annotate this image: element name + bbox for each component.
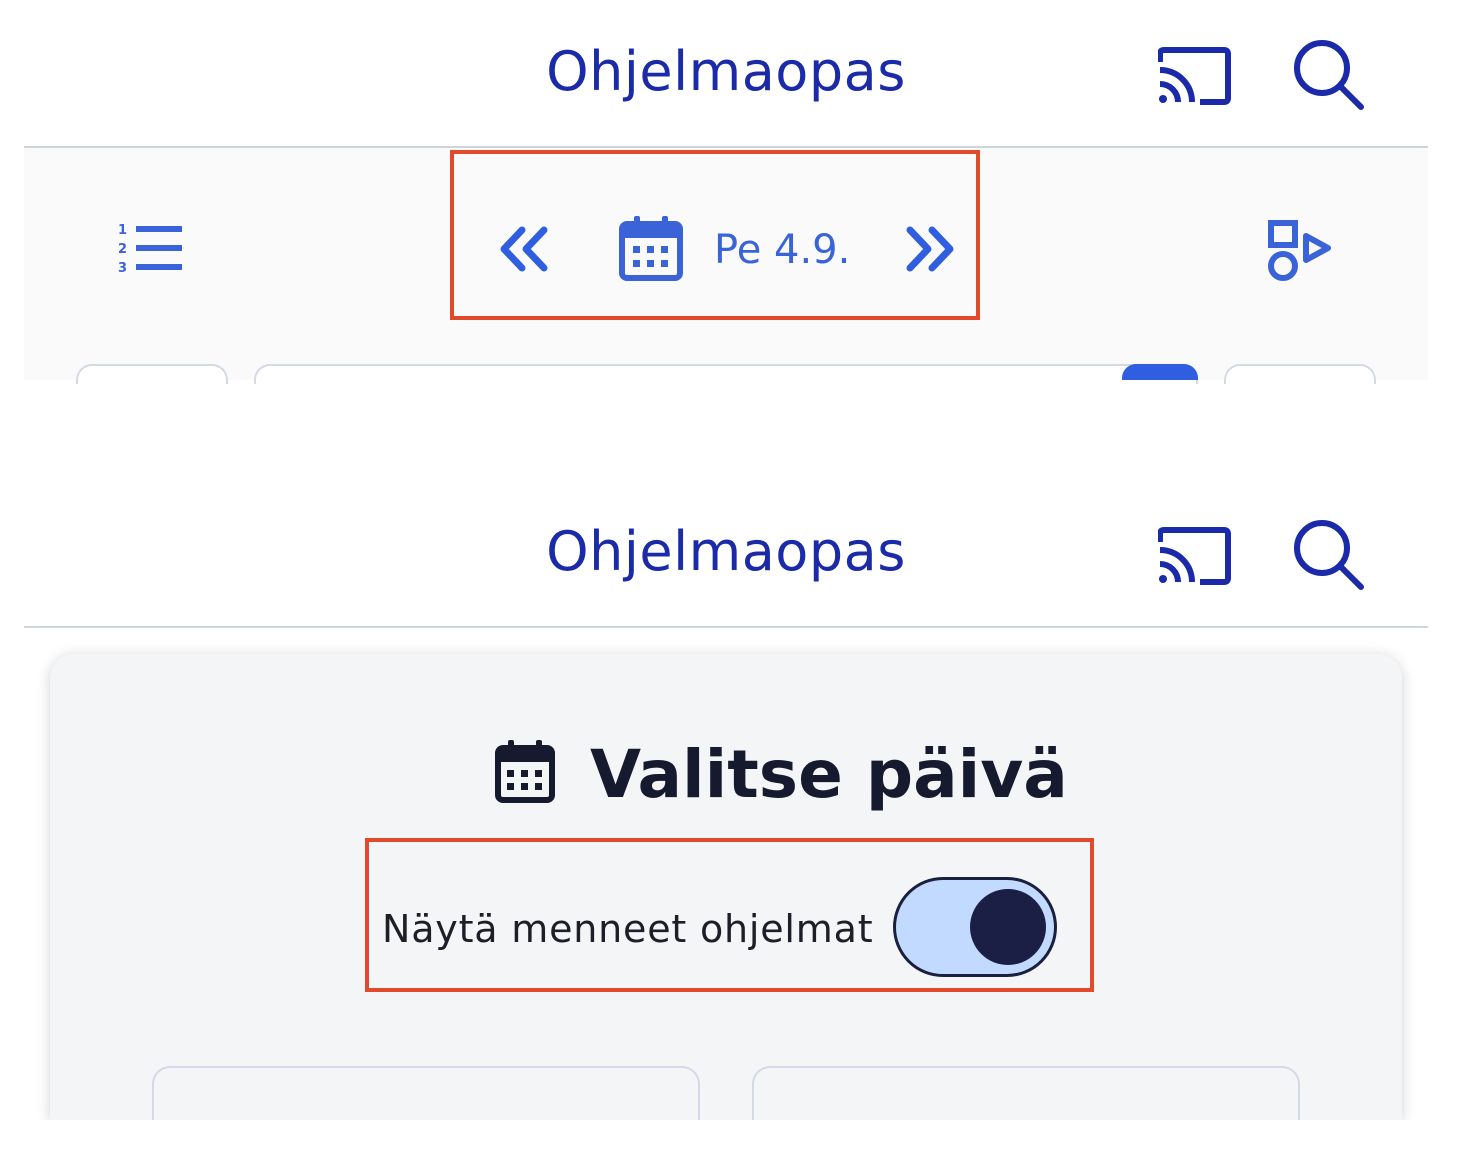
day-option-card[interactable]: [752, 1066, 1300, 1126]
day-option-card[interactable]: [152, 1066, 700, 1126]
toggle-knob: [970, 889, 1046, 965]
svg-text:2: 2: [118, 242, 127, 257]
cast-icon[interactable]: [1158, 526, 1232, 586]
search-icon[interactable]: [1292, 518, 1366, 592]
cast-icon[interactable]: [1158, 46, 1232, 106]
shapes-icon[interactable]: [1266, 218, 1334, 282]
channel-tab[interactable]: [1224, 364, 1376, 384]
show-past-programs-label: Näytä menneet ohjelmat: [382, 907, 874, 951]
show-past-programs-toggle[interactable]: [893, 877, 1057, 977]
channel-tab-accent: [1122, 364, 1198, 380]
svg-text:3: 3: [118, 261, 127, 276]
calendar-icon[interactable]: [618, 214, 684, 282]
bottom-strip: [0, 1120, 1472, 1154]
svg-text:1: 1: [118, 223, 127, 238]
page-title: Ohjelmaopas: [546, 520, 906, 583]
selected-date-label[interactable]: Pe 4.9.: [714, 222, 854, 278]
dialog-title: Valitse päivä: [590, 736, 1068, 813]
chevron-double-left-icon[interactable]: [498, 226, 550, 272]
page-title: Ohjelmaopas: [546, 40, 906, 103]
channel-tab[interactable]: [254, 364, 1198, 384]
calendar-icon: [495, 740, 555, 803]
channel-tab[interactable]: [76, 364, 228, 384]
search-icon[interactable]: [1292, 38, 1366, 112]
numbered-list-icon[interactable]: 1 2 3: [116, 220, 184, 276]
chevron-double-right-icon[interactable]: [904, 226, 956, 272]
